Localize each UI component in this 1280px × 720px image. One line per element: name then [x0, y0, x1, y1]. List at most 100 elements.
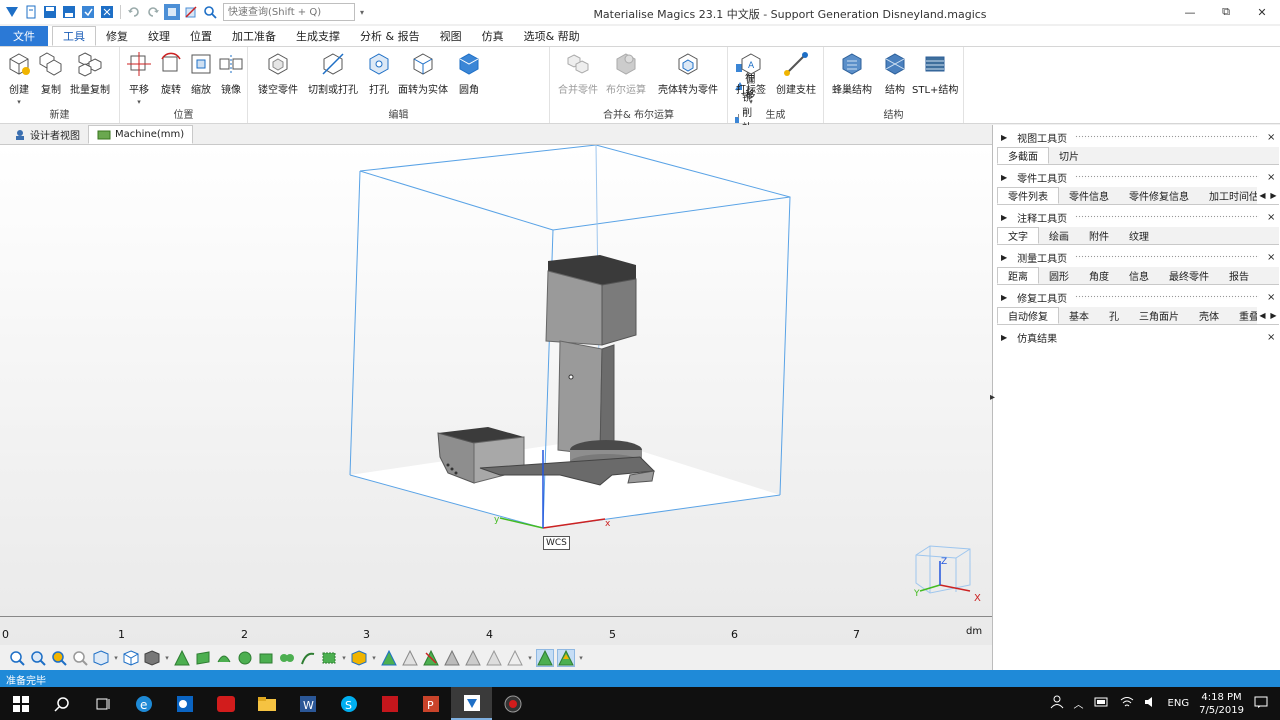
outlook-icon[interactable] — [164, 687, 205, 720]
unmark-icon[interactable] — [401, 649, 419, 667]
part-toolpage-header[interactable]: ▶ 零件工具页 × — [993, 167, 1280, 187]
highlight-mark-icon[interactable] — [557, 649, 575, 667]
navigation-cube[interactable]: X Y Z — [913, 545, 981, 604]
tab-triangle[interactable]: 三角面片 — [1129, 307, 1189, 324]
tower-part[interactable] — [545, 255, 637, 456]
expand-triangle-icon[interactable]: ▶ — [1001, 133, 1007, 142]
tab-circle[interactable]: 圆形 — [1039, 267, 1079, 284]
select-box-icon[interactable] — [320, 649, 338, 667]
tab-hole[interactable]: 孔 — [1099, 307, 1129, 324]
mark-all-icon[interactable] — [380, 649, 398, 667]
close-icon[interactable]: × — [1267, 212, 1280, 223]
scroll-left-icon[interactable]: ◀ — [1257, 187, 1268, 204]
export-icon[interactable] — [99, 4, 115, 20]
view-cube-icon[interactable] — [92, 649, 110, 667]
structure-button[interactable]: 结构 — [882, 51, 908, 96]
recorder-icon[interactable] — [492, 687, 533, 720]
view-toolpage-header[interactable]: ▶ 视图工具页 × — [993, 127, 1280, 147]
part-view-icon[interactable] — [122, 649, 140, 667]
tab-scroll-nav[interactable]: ◀ ▶ — [1257, 307, 1279, 324]
tray-chevron-icon[interactable]: ︿ — [1074, 696, 1084, 711]
close-icon[interactable]: × — [1267, 252, 1280, 263]
volume-icon[interactable] — [1144, 696, 1158, 711]
minimize-button[interactable]: — — [1172, 0, 1208, 24]
close-icon[interactable]: × — [1267, 132, 1280, 143]
expand-triangle-icon[interactable]: ▶ — [1001, 253, 1007, 262]
tab-shell[interactable]: 壳体 — [1189, 307, 1229, 324]
merge-parts-button[interactable]: 合并零件 — [558, 51, 598, 96]
copy-button[interactable]: 复制 — [38, 51, 64, 96]
tab-part-fix-info[interactable]: 零件修复信息 — [1119, 187, 1199, 204]
tab-slice[interactable]: 切片 — [1049, 147, 1089, 164]
tab-file[interactable]: 文件 — [0, 26, 48, 46]
zoom-window-icon[interactable] — [29, 649, 47, 667]
scene-canvas[interactable]: x y X Y Z — [0, 145, 992, 615]
close-icon[interactable]: × — [1267, 292, 1280, 303]
task-view-icon[interactable] — [82, 687, 123, 720]
youdao-icon[interactable] — [205, 687, 246, 720]
honeycomb-button[interactable]: 蜂巢结构 — [832, 51, 872, 96]
keyboard-language[interactable]: ENG — [1168, 698, 1190, 709]
tab-texture[interactable]: 纹理 — [1119, 227, 1159, 244]
tab-final-part[interactable]: 最终零件 — [1159, 267, 1219, 284]
tab-info[interactable]: 信息 — [1119, 267, 1159, 284]
tab-view[interactable]: 视图 — [430, 26, 472, 46]
create-dropdown-icon[interactable]: ▾ — [17, 98, 21, 106]
clock[interactable]: 4:18 PM 7/5/2019 — [1199, 691, 1244, 717]
notifications-icon[interactable] — [1254, 695, 1268, 712]
curve-mark-icon[interactable] — [278, 649, 296, 667]
tab-part-info[interactable]: 零件信息 — [1059, 187, 1119, 204]
expand-triangle-icon[interactable]: ▶ — [1001, 293, 1007, 302]
select-icon[interactable] — [164, 4, 180, 20]
undo-icon[interactable] — [126, 4, 142, 20]
translate-dropdown-icon[interactable]: ▾ — [137, 98, 141, 106]
deselect-icon[interactable] — [183, 4, 199, 20]
close-button[interactable]: ✕ — [1244, 0, 1280, 24]
tab-multi-section[interactable]: 多截面 — [997, 147, 1049, 164]
line-mark-icon[interactable] — [299, 649, 317, 667]
word-icon[interactable]: W — [287, 687, 328, 720]
app-logo-icon[interactable] — [4, 4, 20, 20]
close-icon[interactable]: × — [1267, 332, 1280, 343]
save-icon[interactable] — [42, 4, 58, 20]
tab-fix[interactable]: 修复 — [96, 26, 138, 46]
tab-drawing[interactable]: 绘画 — [1039, 227, 1079, 244]
simulation-results-header[interactable]: ▶ 仿真结果 × — [993, 327, 1280, 347]
tab-basic[interactable]: 基本 — [1059, 307, 1099, 324]
sphere-mark-icon[interactable] — [236, 649, 254, 667]
fillet-button[interactable]: 圆角 — [456, 51, 482, 96]
close-icon[interactable]: × — [1267, 172, 1280, 183]
face-to-solid-button[interactable]: 面转为实体 — [398, 51, 448, 96]
tab-support-generation[interactable]: 生成支撑 — [286, 26, 350, 46]
edge-icon[interactable]: e — [123, 687, 164, 720]
tab-scroll-nav[interactable]: ◀ ▶ — [1257, 187, 1279, 204]
expand-triangle-icon[interactable]: ▶ — [1001, 213, 1007, 222]
expand-triangle-icon[interactable]: ▶ — [1001, 173, 1007, 182]
stl-structure-button[interactable]: STL+结构 — [912, 51, 958, 96]
3d-viewport[interactable]: x y X Y Z WCS — [0, 145, 992, 645]
network-icon[interactable] — [1120, 696, 1134, 711]
tab-auto-fix[interactable]: 自动修复 — [997, 307, 1059, 324]
save-as-icon[interactable] — [61, 4, 77, 20]
tab-report[interactable]: 报告 — [1219, 267, 1259, 284]
scroll-left-icon[interactable]: ◀ — [1257, 307, 1268, 324]
create-button[interactable]: 创建 ▾ — [6, 51, 32, 106]
tab-build-prep[interactable]: 加工准备 — [222, 26, 286, 46]
fix-toolpage-header[interactable]: ▶ 修复工具页 × — [993, 287, 1280, 307]
zoom-icon[interactable] — [8, 649, 26, 667]
maximize-button[interactable]: ⧉ — [1208, 0, 1244, 24]
boolean-button[interactable]: 布尔运算 — [606, 51, 646, 96]
file-explorer-icon[interactable] — [246, 687, 287, 720]
shell-to-part-button[interactable]: 壳体转为零件 — [658, 51, 718, 96]
measure-toolpage-header[interactable]: ▶ 测量工具页 × — [993, 247, 1280, 267]
new-file-icon[interactable] — [23, 4, 39, 20]
triangle-mark-icon[interactable] — [173, 649, 191, 667]
mirror-button[interactable]: 镜像 — [218, 51, 244, 96]
tab-options-help[interactable]: 选项& 帮助 — [514, 26, 590, 46]
windows-start-icon[interactable] — [0, 687, 41, 720]
save-all-icon[interactable] — [80, 4, 96, 20]
hollow-button[interactable]: 镂空零件 — [258, 51, 298, 96]
plane-mark-icon[interactable] — [257, 649, 275, 667]
tab-tools[interactable]: 工具 — [52, 26, 96, 46]
label-button[interactable]: A 打标签 ▾ — [736, 51, 766, 106]
